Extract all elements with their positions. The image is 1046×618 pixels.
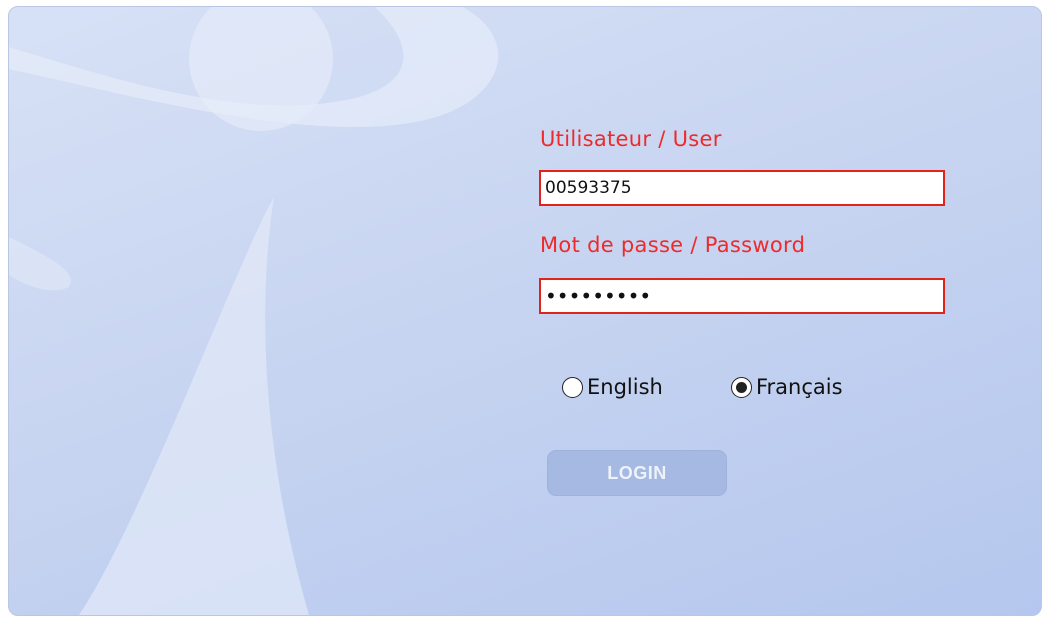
- password-label: Mot de passe / Password: [540, 233, 806, 257]
- english-label: English: [587, 375, 663, 399]
- francais-radio[interactable]: [731, 376, 752, 398]
- language-option-english[interactable]: English: [562, 375, 663, 399]
- user-input[interactable]: [539, 170, 945, 206]
- login-panel: Utilisateur / User Mot de passe / Passwo…: [8, 6, 1042, 616]
- login-button[interactable]: LOGIN: [547, 450, 727, 496]
- francais-label: Français: [756, 375, 843, 399]
- radio-selected-dot: [736, 381, 747, 393]
- english-radio[interactable]: [562, 376, 583, 398]
- user-label: Utilisateur / User: [540, 127, 722, 151]
- language-option-francais[interactable]: Français: [731, 375, 843, 399]
- password-input[interactable]: [539, 278, 945, 314]
